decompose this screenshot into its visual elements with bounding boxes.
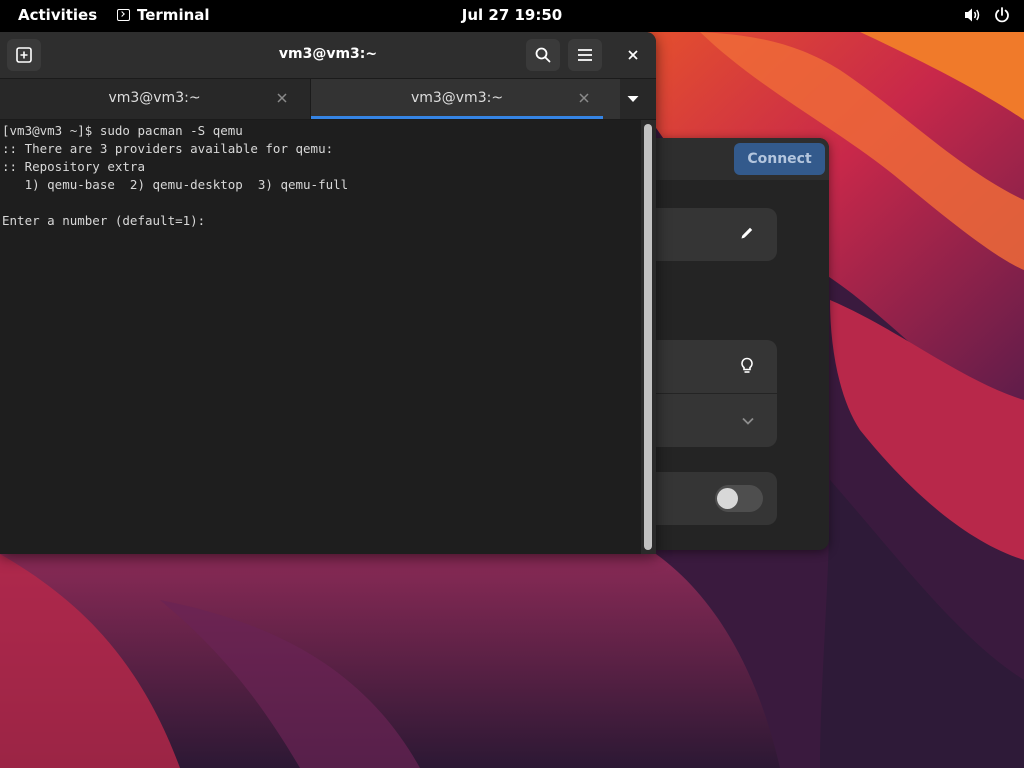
clock-button[interactable]: Jul 27 19:50 <box>462 6 562 24</box>
connect-button[interactable]: Connect <box>734 143 825 175</box>
tab-label: vm3@vm3:~ <box>410 90 504 106</box>
app-name-label: Terminal <box>137 6 210 24</box>
main-menu-button[interactable] <box>568 39 602 71</box>
dialog-row-toggle <box>656 472 777 525</box>
terminal-headerbar: vm3@vm3:~ <box>0 32 656 79</box>
terminal-output[interactable]: [vm3@vm3 ~]$ sudo pacman -S qemu :: Ther… <box>0 120 641 554</box>
close-window-button[interactable] <box>616 39 650 71</box>
tab-label: vm3@vm3:~ <box>108 90 201 106</box>
terminal-line: :: Repository extra <box>2 159 145 174</box>
app-menu-button[interactable]: Terminal <box>117 6 210 24</box>
hamburger-menu-icon <box>578 49 592 61</box>
activities-button[interactable]: Activities <box>18 6 97 24</box>
search-button[interactable] <box>526 39 560 71</box>
close-tab-icon[interactable] <box>276 92 288 104</box>
lightbulb-icon[interactable] <box>739 357 755 375</box>
terminal-scrollbar[interactable] <box>641 120 656 554</box>
window-title: vm3@vm3:~ <box>278 46 378 62</box>
new-tab-button[interactable] <box>7 39 41 71</box>
dialog-row-dropdown[interactable] <box>656 394 777 447</box>
terminal-line: :: There are 3 providers available for q… <box>2 141 334 156</box>
close-tab-icon[interactable] <box>578 92 590 104</box>
terminal-window: vm3@vm3:~ vm3@vm3:~ vm3@vm3:~ [vm3@vm3 ~… <box>0 32 656 554</box>
background-dialog-window: Connect <box>656 138 829 550</box>
dialog-row-hint[interactable] <box>656 340 777 393</box>
toggle-switch[interactable] <box>715 485 763 512</box>
top-bar: Activities Terminal Jul 27 19:50 <box>0 0 1024 32</box>
tab-2-active[interactable]: vm3@vm3:~ <box>311 79 620 119</box>
terminal-line: [vm3@vm3 ~]$ sudo pacman -S qemu <box>2 123 243 138</box>
pencil-icon[interactable] <box>739 225 755 241</box>
toggle-knob <box>717 488 738 509</box>
tab-overview-dropdown-icon[interactable] <box>626 94 640 104</box>
close-icon <box>628 50 638 60</box>
power-icon <box>995 7 1009 23</box>
scrollbar-thumb[interactable] <box>644 124 652 550</box>
chevron-down-icon[interactable] <box>741 414 755 428</box>
volume-icon <box>965 8 980 22</box>
tab-1[interactable]: vm3@vm3:~ <box>0 79 309 119</box>
search-icon <box>535 47 551 63</box>
terminal-app-icon <box>117 9 130 21</box>
terminal-line: 1) qemu-base 2) qemu-desktop 3) qemu-ful… <box>2 177 349 192</box>
system-status-menu[interactable] <box>964 7 1010 23</box>
dialog-row-editable[interactable] <box>656 208 777 261</box>
terminal-prompt-line: Enter a number (default=1): <box>2 213 213 228</box>
new-tab-icon <box>16 47 32 63</box>
dialog-header: Connect <box>656 138 829 180</box>
tab-bar: vm3@vm3:~ vm3@vm3:~ <box>0 79 656 120</box>
